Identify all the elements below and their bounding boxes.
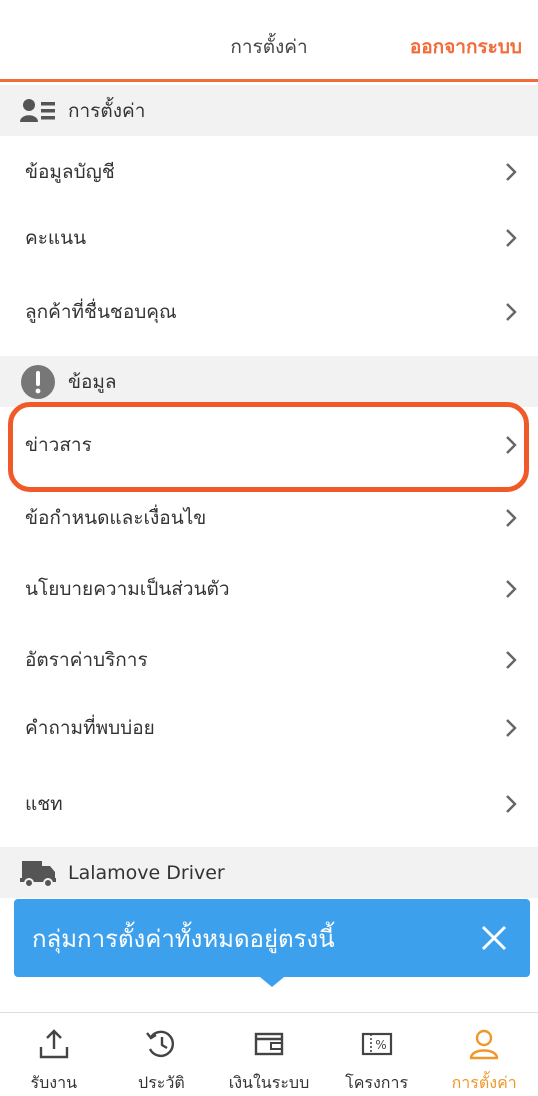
svg-text:%: % bbox=[375, 1038, 386, 1052]
menu-item-favorite-customers[interactable]: ลูกค้าที่ชื่นชอบคุณ bbox=[0, 268, 538, 356]
tab-wallet[interactable]: เงินในระบบ bbox=[215, 1013, 323, 1096]
upload-icon bbox=[39, 1029, 68, 1059]
chevron-right-icon bbox=[506, 509, 517, 527]
chevron-right-icon bbox=[506, 580, 517, 598]
section-title: การตั้งค่า bbox=[68, 99, 146, 122]
highlight-outline bbox=[8, 402, 529, 492]
chevron-right-icon bbox=[506, 651, 517, 669]
truck-icon bbox=[20, 855, 56, 891]
info-icon bbox=[20, 364, 56, 400]
menu-item-label: ข้อมูลบัญชี bbox=[25, 161, 115, 183]
user-list-icon bbox=[20, 93, 56, 129]
menu-item-rating[interactable]: คะแนน bbox=[0, 208, 538, 268]
section-header-info: ข้อมูล bbox=[0, 356, 538, 407]
tab-label: เงินในระบบ bbox=[228, 1073, 310, 1092]
history-icon bbox=[146, 1030, 175, 1058]
tab-label: ประวัติ bbox=[138, 1073, 185, 1092]
tooltip-banner: กลุ่มการตั้งค่าทั้งหมดอยู่ตรงนี้ bbox=[14, 899, 530, 977]
menu-item-faq[interactable]: คำถามที่พบบ่อย bbox=[0, 695, 538, 761]
close-icon[interactable] bbox=[480, 924, 508, 952]
menu-item-label: ข้อกำหนดและเงื่อนไข bbox=[25, 507, 207, 529]
bottom-tab-bar: รับงาน ประวัติ เงินในระบบ % โครงการ การต… bbox=[0, 1012, 538, 1096]
coupon-icon: % bbox=[361, 1032, 392, 1056]
chevron-right-icon bbox=[506, 303, 517, 321]
menu-item-privacy-policy[interactable]: นโยบายความเป็นส่วนตัว bbox=[0, 553, 538, 625]
top-header: การตั้งค่า ออกจากระบบ bbox=[0, 0, 538, 82]
menu-item-label: ลูกค้าที่ชื่นชอบคุณ bbox=[25, 301, 177, 323]
logout-button[interactable]: ออกจากระบบ bbox=[410, 32, 522, 62]
tab-receive-jobs[interactable]: รับงาน bbox=[0, 1013, 108, 1096]
menu-item-label: อัตราค่าบริการ bbox=[25, 649, 148, 671]
section-header-settings: การตั้งค่า bbox=[0, 85, 538, 136]
chevron-right-icon bbox=[506, 719, 517, 737]
section-header-driver: Lalamove Driver bbox=[0, 847, 538, 898]
tab-label: การตั้งค่า bbox=[451, 1073, 517, 1092]
chevron-right-icon bbox=[506, 229, 517, 247]
menu-item-label: แชท bbox=[25, 793, 63, 815]
menu-item-account-info[interactable]: ข้อมูลบัญชี bbox=[0, 136, 538, 208]
menu-item-label: คะแนน bbox=[25, 227, 87, 249]
tab-label: รับงาน bbox=[30, 1073, 78, 1092]
tab-programs[interactable]: % โครงการ bbox=[323, 1013, 431, 1096]
tooltip-arrow bbox=[260, 977, 284, 987]
section-title: Lalamove Driver bbox=[68, 861, 225, 884]
menu-item-service-rates[interactable]: อัตราค่าบริการ bbox=[0, 625, 538, 695]
menu-item-label: นโยบายความเป็นส่วนตัว bbox=[25, 578, 230, 600]
menu-item-terms[interactable]: ข้อกำหนดและเงื่อนไข bbox=[0, 483, 538, 553]
tab-settings[interactable]: การตั้งค่า bbox=[430, 1013, 538, 1096]
user-icon bbox=[469, 1029, 499, 1060]
tooltip-text: กลุ่มการตั้งค่าทั้งหมดอยู่ตรงนี้ bbox=[32, 924, 335, 953]
menu-item-chat[interactable]: แชท bbox=[0, 761, 538, 847]
chevron-right-icon bbox=[506, 163, 517, 181]
menu-item-label: คำถามที่พบบ่อย bbox=[25, 717, 155, 739]
wallet-icon bbox=[254, 1032, 284, 1056]
tab-history[interactable]: ประวัติ bbox=[108, 1013, 216, 1096]
chevron-right-icon bbox=[506, 795, 517, 813]
tab-label: โครงการ bbox=[345, 1073, 409, 1092]
section-title: ข้อมูล bbox=[68, 370, 117, 393]
